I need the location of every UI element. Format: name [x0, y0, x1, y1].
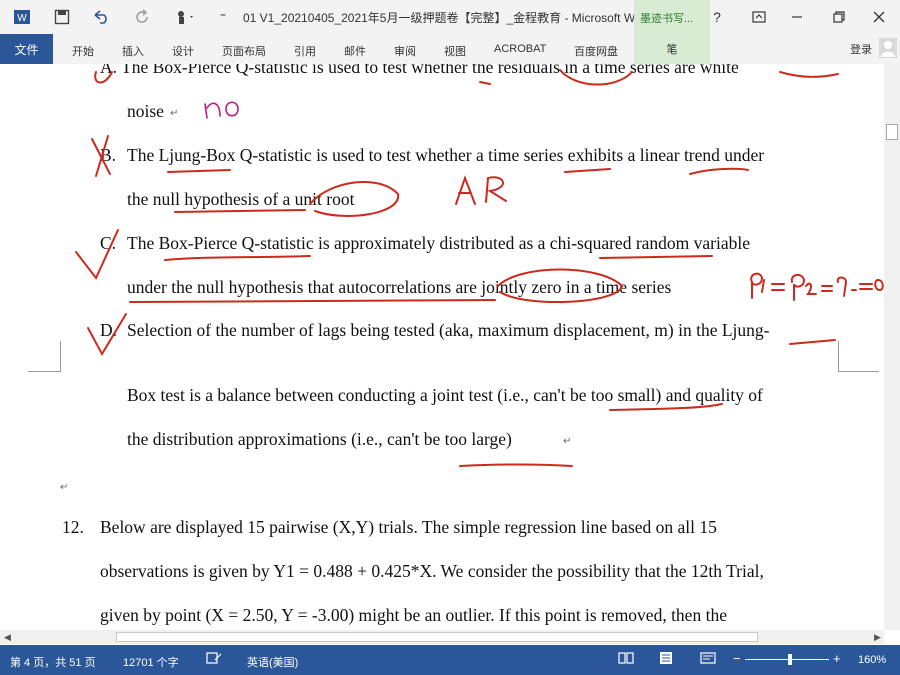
tab-review[interactable]: 审阅 [394, 43, 416, 59]
restore-icon[interactable] [822, 0, 856, 34]
margin-corner-mark [28, 341, 61, 372]
tab-file[interactable]: 文件 [0, 34, 53, 64]
option-c-label: C. [100, 233, 117, 253]
ink-subscript-1 [761, 279, 765, 293]
ink-rho-1 [750, 272, 764, 299]
ink-zero [874, 279, 884, 292]
ink-letter-o [225, 101, 239, 117]
close-icon[interactable] [862, 0, 896, 34]
option-c-line-1: The Box-Pierce Q-statistic is approximat… [127, 233, 751, 253]
vertical-scroll-thumb[interactable] [886, 124, 898, 140]
option-d-line-2: Box test is a balance between conducting… [127, 385, 763, 405]
zoom-in-button[interactable]: + [833, 651, 841, 666]
option-d-line-3: the distribution approximations (i.e., c… [127, 429, 512, 449]
ink-letter-r [485, 176, 507, 203]
word-count[interactable]: 12701 个字 [123, 654, 179, 670]
proofing-icon[interactable] [206, 651, 222, 668]
ribbon-display-icon[interactable] [742, 0, 776, 34]
tab-baidu-netdisk[interactable]: 百度网盘 [574, 43, 618, 59]
ink-letter-a [455, 175, 476, 205]
zoom-out-button[interactable]: − [733, 651, 741, 666]
print-layout-icon[interactable] [658, 651, 674, 668]
ink-underline-box-pierce [164, 255, 311, 261]
tab-references[interactable]: 引用 [294, 43, 316, 59]
undo-icon[interactable] [90, 0, 114, 34]
ink-tools-header: 墨迹书写... [634, 0, 710, 34]
option-a-line-2: noise [127, 101, 164, 121]
scroll-left-icon[interactable]: ◀ [4, 632, 11, 643]
question-12-line-3: given by point (X = 2.50, Y = -3.00) mig… [100, 605, 727, 625]
page-count[interactable]: 第 4 页，共 51 页 [10, 654, 96, 670]
tab-acrobat[interactable]: ACROBAT [494, 43, 546, 55]
ink-underline-series [564, 168, 611, 173]
customize-qat-button[interactable]: ⁼ [214, 0, 232, 34]
login-link[interactable]: 登录 [850, 41, 872, 57]
tab-home[interactable]: 开始 [72, 43, 94, 59]
option-d-label: D. [100, 320, 118, 340]
redo-icon[interactable] [130, 0, 154, 34]
word-icon[interactable]: W [10, 0, 34, 34]
ink-rho-n [836, 276, 848, 297]
ink-dash [479, 81, 491, 85]
ink-tools-header-label: 墨迹书写... [640, 13, 694, 25]
ink-underline-null-hypothesis [174, 209, 306, 213]
ink-rho-2 [790, 274, 806, 301]
ink-underline-ljung-box [167, 169, 231, 173]
tab-view[interactable]: 视图 [444, 43, 466, 59]
web-layout-icon[interactable] [700, 651, 716, 668]
ink-subscript-2 [805, 282, 817, 295]
tab-insert[interactable]: 插入 [122, 43, 144, 59]
window-title: 01 V1_20210405_2021年5月一级押题卷【完整】_金程教育 - M… [243, 11, 652, 25]
tab-page-layout[interactable]: 页面布局 [222, 43, 266, 59]
ink-underline-linear-trend [689, 167, 749, 175]
ink-underline-chi-squared [599, 255, 713, 259]
minimize-icon[interactable] [780, 0, 814, 34]
tab-pen[interactable]: 笔 [634, 34, 710, 64]
margin-corner-mark [838, 341, 879, 372]
scroll-right-icon[interactable]: ▶ [874, 632, 881, 643]
question-12-line-1: Below are displayed 15 pairwise (X,Y) tr… [100, 517, 717, 537]
touch-mode-icon[interactable] [170, 0, 200, 34]
option-c-line-2: under the null hypothesis that autocorre… [127, 277, 672, 297]
horizontal-scroll-thumb[interactable] [116, 632, 758, 642]
ink-underline-white [779, 71, 839, 78]
tab-design[interactable]: 设计 [172, 43, 194, 59]
tab-mailings[interactable]: 邮件 [344, 43, 366, 59]
option-b-label: B. [100, 145, 117, 165]
help-button[interactable]: ? [700, 0, 734, 34]
read-mode-icon[interactable] [618, 651, 634, 668]
ink-letter-n [204, 102, 221, 119]
language-indicator[interactable]: 英语(美国) [247, 654, 298, 670]
document-page[interactable]: A. The Box-Pierce Q-statistic is used to… [0, 64, 884, 630]
zoom-slider-thumb[interactable] [788, 654, 792, 665]
save-icon[interactable] [50, 0, 74, 34]
paragraph-mark: ↵ [60, 482, 69, 493]
ink-underline-null-hypothesis-c [129, 299, 496, 303]
option-b-line-2: the null hypothesis of a unit root [127, 189, 355, 209]
zoom-slider-track[interactable] [745, 659, 829, 660]
ink-equals [821, 285, 833, 292]
question-12-number: 12. [62, 517, 84, 537]
question-12-line-2: observations is given by Y1 = 0.488 + 0.… [100, 561, 764, 581]
ink-underline-too-large [459, 463, 573, 467]
ink-equals [859, 283, 873, 290]
option-b-line-1: The Ljung-Box Q-statistic is used to tes… [127, 145, 765, 165]
option-d-line-1: Selection of the number of lags being te… [127, 320, 770, 340]
paragraph-mark: ↵ [563, 436, 572, 447]
paragraph-mark: ↵ [170, 108, 179, 119]
svg-text:W: W [17, 13, 27, 24]
ink-equals [771, 283, 785, 291]
ink-underline-ljung [789, 339, 836, 345]
avatar[interactable] [879, 38, 897, 58]
zoom-level[interactable]: 160% [858, 654, 886, 666]
vertical-scrollbar[interactable] [884, 64, 900, 630]
option-a-line-1: A. The Box-Pierce Q-statistic is used to… [100, 64, 739, 77]
